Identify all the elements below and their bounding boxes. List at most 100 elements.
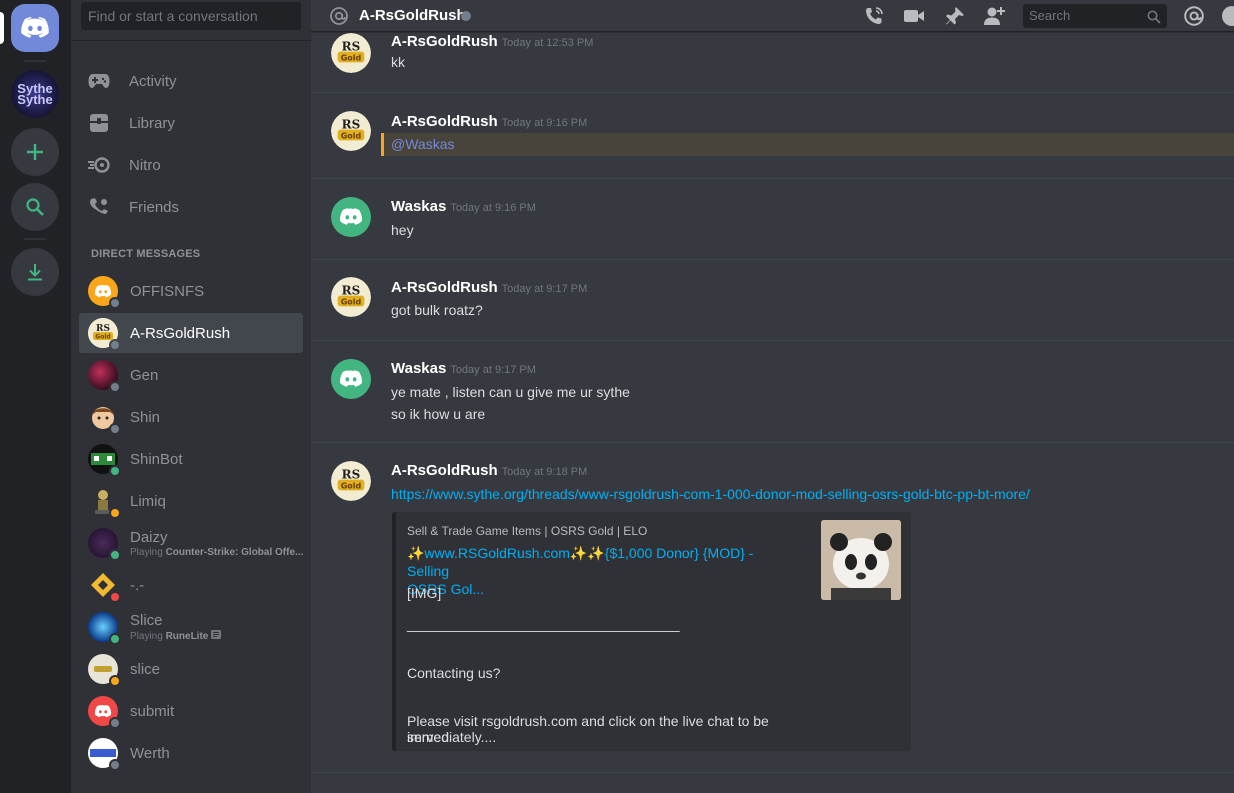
- dm-item-shinbot[interactable]: ShinBot: [79, 439, 303, 479]
- dm-item-slice[interactable]: Slice Playing RuneLite: [79, 607, 303, 647]
- add-server-button[interactable]: [11, 128, 59, 176]
- message-author[interactable]: A-RsGoldRush Today at 9:16 PM: [391, 113, 587, 130]
- svg-text:RS: RS: [342, 467, 361, 481]
- embed-provider[interactable]: Sell & Trade Game Items | OSRS Gold | EL…: [407, 524, 647, 538]
- discord-logo-icon: [21, 17, 49, 38]
- avatar[interactable]: [331, 197, 371, 237]
- dm-name: ShinBot: [130, 450, 183, 468]
- message-author[interactable]: A-RsGoldRush Today at 12:53 PM: [391, 33, 593, 50]
- message-link[interactable]: https://www.sythe.org/threads/www-rsgold…: [391, 486, 1030, 502]
- dm-item-limiq[interactable]: Limiq: [79, 481, 303, 521]
- home-indicator: [0, 12, 4, 44]
- sidebar-divider: [71, 40, 311, 41]
- dm-name: Gen: [130, 366, 159, 384]
- dm-item-shin[interactable]: Shin: [79, 397, 303, 437]
- author-name[interactable]: A-RsGoldRush: [391, 462, 498, 479]
- avatar: [88, 444, 121, 477]
- nav-nitro[interactable]: Nitro: [79, 144, 303, 186]
- avatar: [88, 276, 121, 309]
- status-offline-indicator: [109, 297, 121, 309]
- search-input[interactable]: Search: [1023, 4, 1167, 28]
- home-button[interactable]: [11, 4, 59, 52]
- find-conversation-input[interactable]: Find or start a conversation: [81, 2, 301, 30]
- message-text: kk: [391, 54, 405, 70]
- message-author[interactable]: A-RsGoldRush Today at 9:17 PM: [391, 279, 587, 296]
- svg-text:Gold: Gold: [341, 297, 362, 306]
- embed-description-line: Contacting us?: [407, 665, 501, 681]
- mentions-button[interactable]: [1183, 5, 1205, 27]
- pinned-messages-button[interactable]: [944, 5, 966, 27]
- dm-sidebar: Find or start a conversation Activity Li…: [71, 0, 311, 793]
- dm-name: Daizy: [130, 528, 168, 546]
- dm-item-offisnfs[interactable]: OFFISNFS: [79, 271, 303, 311]
- nav-nitro-label: Nitro: [129, 156, 161, 174]
- discord-default-avatar-icon: [94, 284, 112, 297]
- author-name[interactable]: Waskas: [391, 360, 446, 377]
- message-group: RS Gold A-RsGoldRush Today at 12:53 PM kk: [311, 33, 1234, 92]
- nav-friends-label: Friends: [129, 198, 180, 216]
- start-video-call-button[interactable]: [903, 5, 925, 27]
- dm-item-werth[interactable]: Werth: [79, 733, 303, 773]
- dm-item-slice-2[interactable]: slice: [79, 649, 303, 689]
- page-title: A-RsGoldRush: [359, 7, 466, 24]
- friends-icon: [90, 198, 108, 214]
- dm-name: Shin: [130, 408, 161, 426]
- embed-title-line-1[interactable]: ✨www.RSGoldRush.com✨✨{$1,000 Donor} {MOD…: [407, 545, 753, 579]
- message-timestamp: Today at 9:17 PM: [450, 364, 536, 376]
- activity-prefix: Playing: [130, 631, 166, 642]
- status-offline-indicator: [109, 381, 121, 393]
- dm-item-gen[interactable]: Gen: [79, 355, 303, 395]
- status-online-indicator: [109, 549, 121, 561]
- dm-item-daizy[interactable]: Daizy Playing Counter-Strike: Global Off…: [79, 523, 303, 563]
- message-timestamp: Today at 9:18 PM: [501, 466, 588, 478]
- message-text: hey: [391, 222, 414, 238]
- dm-name: A-RsGoldRush: [130, 324, 231, 342]
- embed-description-line: [IMG]: [407, 585, 442, 601]
- dm-item-submit[interactable]: submit: [79, 691, 303, 731]
- avatar[interactable]: RS Gold: [331, 277, 371, 317]
- message-list: RS Gold A-RsGoldRush Today at 12:53 PM kk …: [311, 33, 1234, 793]
- dm-name: Slice: [130, 612, 163, 629]
- avatar[interactable]: RS Gold: [331, 111, 371, 151]
- message-timestamp: Today at 12:53 PM: [501, 37, 594, 49]
- author-name[interactable]: Waskas: [391, 198, 446, 215]
- download-icon: [28, 264, 42, 281]
- help-button[interactable]: [1221, 5, 1234, 27]
- nav-library[interactable]: Library: [79, 102, 303, 144]
- search-placeholder: Search: [1029, 8, 1071, 23]
- author-name[interactable]: A-RsGoldRush: [391, 113, 498, 130]
- author-name[interactable]: A-RsGoldRush: [391, 33, 498, 50]
- explore-servers-button[interactable]: [11, 183, 59, 231]
- rich-presence-icon: [211, 630, 222, 639]
- help-icon: [1222, 6, 1234, 26]
- embed-description-line: immediately....: [407, 729, 497, 745]
- dm-item-a-rsgoldrush[interactable]: RS Gold A-RsGoldRush: [79, 313, 303, 353]
- message-author[interactable]: Waskas Today at 9:16 PM: [391, 198, 536, 215]
- at-sign-icon: [329, 6, 349, 31]
- rsgoldrush-logo-icon: RSGold: [331, 277, 371, 317]
- message-group: Waskas Today at 9:16 PM hey: [311, 178, 1234, 259]
- search-icon: [26, 198, 44, 216]
- avatar: [88, 696, 121, 729]
- nav-activity[interactable]: Activity: [79, 60, 303, 102]
- avatar[interactable]: [331, 359, 371, 399]
- embed-thumbnail[interactable]: [821, 520, 901, 600]
- add-friends-to-dm-button[interactable]: [983, 5, 1005, 27]
- author-name[interactable]: A-RsGoldRush: [391, 279, 498, 296]
- avatar: [88, 654, 121, 687]
- avatar: RS Gold: [88, 318, 121, 351]
- dm-item-dash[interactable]: -.-: [79, 565, 303, 605]
- user-mention[interactable]: @Waskas: [391, 136, 454, 152]
- server-sythe[interactable]: Sythe Sythe: [11, 70, 59, 118]
- avatar[interactable]: RS Gold: [331, 33, 371, 73]
- message-author[interactable]: A-RsGoldRush Today at 9:18 PM: [391, 462, 587, 479]
- nav-friends[interactable]: Friends: [79, 186, 303, 228]
- download-apps-button[interactable]: [11, 248, 59, 296]
- status-offline-indicator: [109, 759, 121, 771]
- avatar: [88, 360, 121, 393]
- avatar[interactable]: RS Gold: [331, 461, 371, 501]
- status-online-indicator: [109, 465, 121, 477]
- message-author[interactable]: Waskas Today at 9:17 PM: [391, 360, 536, 377]
- start-voice-call-button[interactable]: [863, 5, 885, 27]
- panda-image-icon: [821, 520, 901, 600]
